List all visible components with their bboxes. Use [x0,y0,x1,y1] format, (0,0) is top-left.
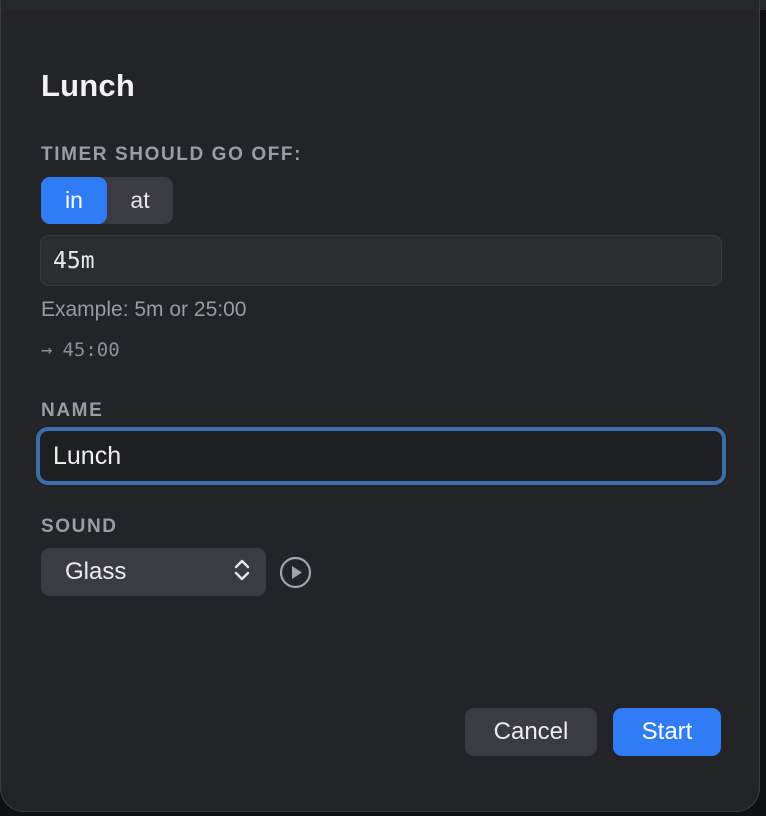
sound-selected-value: Glass [65,558,127,585]
duration-result-value: 45:00 [62,339,120,361]
timer-mode-segmented-control: in at [41,177,173,224]
sound-select[interactable]: Glass [41,548,266,596]
timer-section-label: TIMER SHOULD GO OFF: [41,144,303,165]
timer-dialog: Lunch TIMER SHOULD GO OFF: in at Example… [0,0,760,812]
start-button[interactable]: Start [613,708,721,756]
duration-example-hint: Example: 5m or 25:00 [41,298,247,321]
chevron-up-down-icon [234,557,250,588]
play-sound-button[interactable] [279,556,312,589]
sound-section-label: SOUND [41,516,118,537]
cancel-button[interactable]: Cancel [465,708,597,756]
play-circle-icon [279,556,312,589]
duration-input[interactable] [40,235,722,286]
duration-result: → 45:00 [41,339,120,361]
name-section-label: NAME [41,400,104,421]
dialog-top-edge [1,0,759,10]
name-input[interactable] [36,427,726,485]
mode-in-button[interactable]: in [41,177,107,224]
arrow-right-icon: → [41,339,53,361]
mode-at-button[interactable]: at [107,177,173,224]
dialog-title: Lunch [41,68,135,103]
